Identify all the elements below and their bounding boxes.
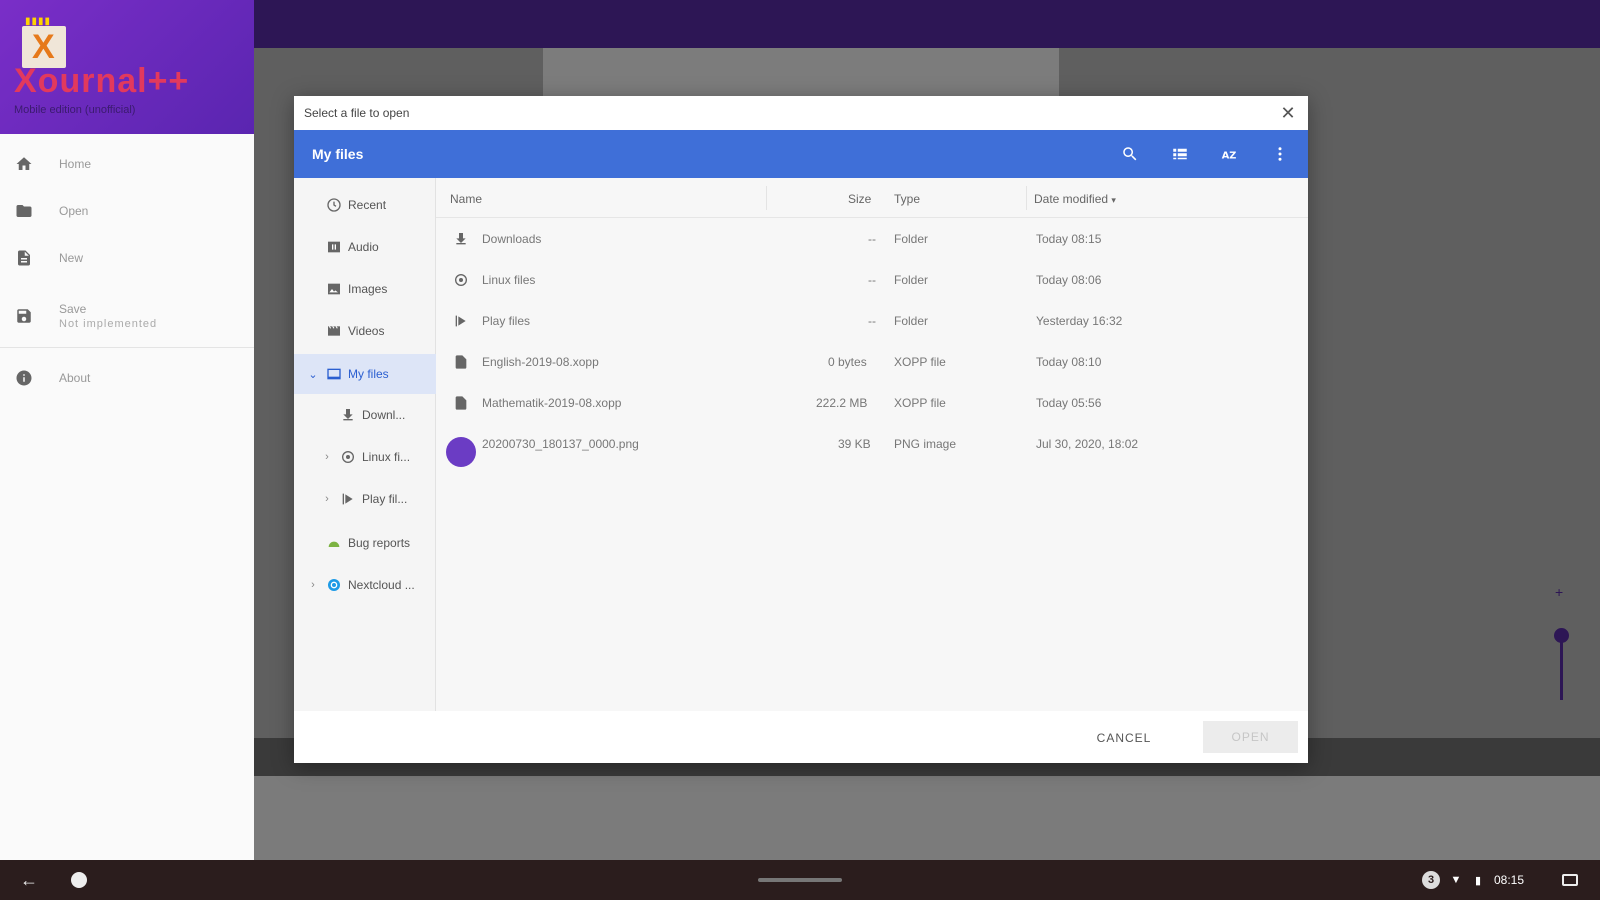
file-icon (452, 353, 470, 371)
file-icon (15, 249, 33, 267)
zoom-slider-knob[interactable] (1554, 628, 1569, 643)
nav-item-images[interactable]: Images (294, 270, 436, 308)
home-circle-icon[interactable] (71, 872, 87, 888)
dialog-footer: CANCEL OPEN (294, 711, 1308, 763)
folder-icon (15, 202, 33, 220)
column-name-header[interactable]: Name (450, 192, 482, 206)
directory-tree: Recent Audio Images Videos ⌄ My files Do… (294, 178, 436, 711)
sort-icon[interactable]: AZ (1218, 142, 1242, 166)
nav-item-my-files[interactable]: ⌄ My files (294, 354, 436, 394)
notification-badge: 3 (1422, 871, 1440, 889)
drawer-divider (0, 347, 254, 348)
app-lower-area (254, 776, 1600, 860)
app-title: Xournal++ (14, 62, 190, 100)
linux-icon (452, 271, 470, 289)
download-icon (452, 230, 470, 248)
dialog-title-text: Select a file to open (304, 106, 410, 120)
cloud-icon (326, 577, 342, 593)
overview-icon[interactable] (1562, 874, 1578, 886)
dialog-toolbar: My files AZ (294, 130, 1308, 178)
system-shelf: ← 3 ▼ ▮ 08:15 (0, 860, 1600, 900)
info-icon (15, 369, 33, 387)
app-toolbar (254, 0, 1600, 48)
column-date-header[interactable]: Date modified ▾ (1034, 192, 1116, 206)
clock-time: 08:15 (1494, 873, 1525, 887)
nav-item-videos[interactable]: Videos (294, 312, 436, 350)
audio-icon (326, 239, 342, 255)
column-size-header[interactable]: Size (848, 192, 871, 206)
drawer-item-label: Save (59, 302, 87, 316)
image-icon (326, 281, 342, 297)
drawer-item-label: Open (59, 204, 89, 218)
download-icon (340, 407, 356, 423)
breadcrumb[interactable]: My files (312, 146, 363, 162)
nav-item-recent[interactable]: Recent (294, 186, 436, 224)
file-row-english-xopp[interactable]: English-2019-08.xopp 0 bytes XOPP file T… (436, 341, 1308, 382)
home-icon (15, 155, 33, 173)
dialog-title: Select a file to open ✕ (294, 96, 1308, 130)
file-row-mathematik-xopp[interactable]: Mathematik-2019-08.xopp 222.2 MB XOPP fi… (436, 382, 1308, 423)
file-row-linux-files[interactable]: Linux files -- Folder Today 08:06 (436, 259, 1308, 300)
wifi-icon: ▼ (1450, 874, 1462, 886)
navigation-drawer: ▮▮▮▮ X Xournal++ Mobile edition (unoffic… (0, 0, 254, 860)
more-options-icon[interactable] (1268, 142, 1292, 166)
chevron-down-icon[interactable]: ⌄ (306, 368, 320, 381)
close-icon[interactable]: ✕ (1278, 103, 1298, 123)
android-icon (326, 535, 342, 551)
cancel-button[interactable]: CANCEL (1089, 725, 1159, 751)
file-icon (452, 394, 470, 412)
chevron-right-icon[interactable]: › (320, 451, 334, 463)
search-icon[interactable] (1118, 142, 1142, 166)
nav-item-linux-files[interactable]: › Linux fi... (294, 438, 436, 476)
battery-icon: ▮ (1474, 874, 1482, 887)
gesture-handle[interactable] (758, 878, 842, 882)
file-row-png-image[interactable]: 20200730_180137_0000.png 39 KB PNG image… (436, 423, 1308, 467)
image-thumbnail (446, 437, 476, 467)
file-list: Name Size Type Date modified ▾ Downloads… (436, 178, 1308, 711)
sort-arrow-icon: ▾ (1111, 195, 1116, 205)
drawer-item-label: New (59, 251, 84, 265)
column-type-header[interactable]: Type (894, 192, 920, 206)
chevron-right-icon[interactable]: › (306, 579, 320, 591)
zoom-slider-track (1560, 635, 1563, 700)
play-store-icon (452, 312, 470, 330)
drawer-item-label: About (59, 371, 91, 385)
linux-icon (340, 449, 356, 465)
drawer-item-new[interactable]: New (0, 238, 254, 278)
chevron-right-icon[interactable]: › (320, 493, 334, 505)
drawer-item-about[interactable]: About (0, 358, 254, 398)
open-button[interactable]: OPEN (1203, 721, 1298, 753)
drawer-item-label: Home (59, 157, 92, 171)
file-open-dialog: Select a file to open ✕ My files AZ Rece… (294, 96, 1308, 763)
zoom-slider[interactable]: + (1554, 584, 1569, 705)
drawer-item-save[interactable]: Save Not implemented (0, 294, 254, 338)
save-icon (15, 307, 33, 325)
nav-item-downloads[interactable]: Downl... (294, 396, 436, 434)
drawer-item-open[interactable]: Open (0, 191, 254, 231)
file-list-header: Name Size Type Date modified ▾ (436, 178, 1308, 218)
nav-item-play-files[interactable]: › Play fil... (294, 480, 436, 518)
drawer-header: ▮▮▮▮ X Xournal++ Mobile edition (unoffic… (0, 0, 254, 134)
svg-text:AZ: AZ (1222, 151, 1237, 162)
file-row-downloads[interactable]: Downloads -- Folder Today 08:15 (436, 218, 1308, 259)
app-tagline: Mobile edition (unofficial) (14, 104, 136, 116)
list-view-icon[interactable] (1168, 142, 1192, 166)
nav-item-bug-reports[interactable]: Bug reports (294, 524, 436, 562)
nav-item-audio[interactable]: Audio (294, 228, 436, 266)
play-store-icon (340, 491, 356, 507)
file-row-play-files[interactable]: Play files -- Folder Yesterday 16:32 (436, 300, 1308, 341)
zoom-plus-icon[interactable]: + (1555, 584, 1563, 600)
status-tray[interactable]: 3 ▼ ▮ 08:15 (1422, 870, 1524, 890)
nav-item-nextcloud[interactable]: › Nextcloud ... (294, 566, 436, 604)
drawer-item-home[interactable]: Home (0, 144, 254, 184)
video-icon (326, 323, 342, 339)
drawer-item-sublabel: Not implemented (59, 318, 158, 330)
clock-icon (326, 197, 342, 213)
back-arrow-icon[interactable]: ← (20, 870, 40, 890)
computer-icon (326, 366, 342, 382)
